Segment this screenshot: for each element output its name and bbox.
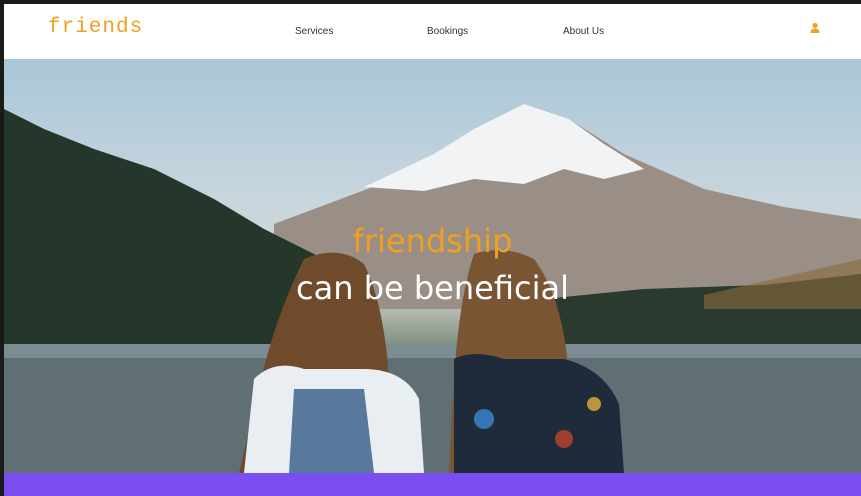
user-icon[interactable]	[809, 21, 821, 33]
hero-background-image	[4, 104, 861, 473]
page-frame: friends Services Bookings About Us frien…	[4, 4, 861, 496]
hero-banner: friendship can be beneficial	[4, 59, 861, 473]
top-navbar: friends Services Bookings About Us	[4, 4, 861, 60]
footer-accent-band	[4, 473, 861, 496]
nav-link-services[interactable]: Services	[295, 26, 333, 37]
hero-title-friendship: friendship	[352, 222, 513, 260]
nav-link-about-us[interactable]: About Us	[563, 26, 604, 37]
brand-logo[interactable]: friends	[48, 16, 143, 39]
nav-link-bookings[interactable]: Bookings	[427, 26, 468, 37]
hero-subtitle: can be beneficial	[296, 269, 569, 307]
